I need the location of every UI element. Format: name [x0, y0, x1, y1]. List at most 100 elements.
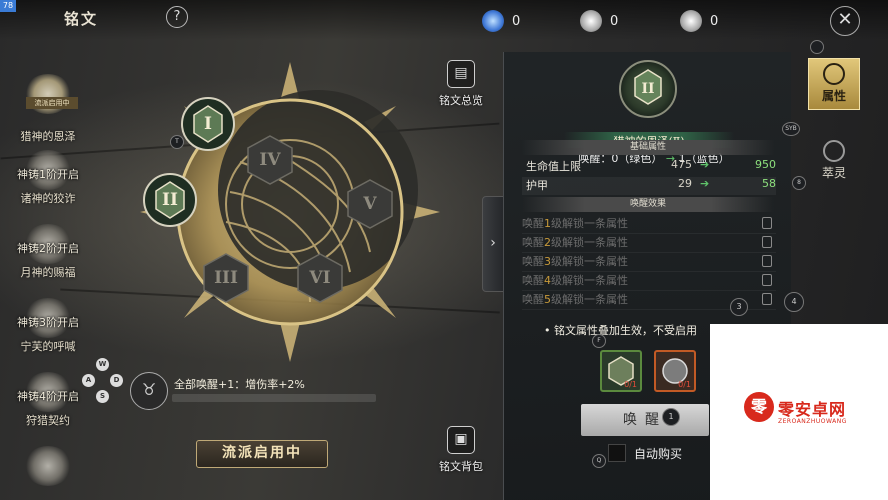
- tab-extract[interactable]: 萃灵: [808, 136, 860, 181]
- base-attributes-header: 基础属性: [522, 140, 774, 155]
- key-a: A: [82, 374, 95, 387]
- tab-label: 萃灵: [821, 166, 846, 180]
- rune-slot-2[interactable]: II: [142, 172, 198, 228]
- unlock-requirement: 神铸1阶开启: [17, 168, 79, 181]
- sidebar-item-label: 猎神的恩泽: [20, 130, 76, 143]
- unlock-requirement: 神铸2阶开启: [17, 242, 79, 255]
- emblem-label: II: [641, 81, 655, 97]
- rune-slot-1[interactable]: I: [180, 96, 236, 152]
- stat-next: 58: [762, 177, 776, 190]
- material-count: 0/1: [624, 380, 637, 389]
- silver-gem-icon: [580, 10, 602, 32]
- sidebar-item-label: 诸神的狡诈: [20, 192, 76, 205]
- effect-prefix: 唤醒: [522, 255, 544, 268]
- locked-effect-row: 唤醒2级解锁一条属性: [522, 234, 776, 253]
- key-w: W: [96, 358, 109, 371]
- tab-attributes[interactable]: 属性: [808, 58, 860, 110]
- lock-icon: [762, 255, 772, 267]
- hint-badge: 4: [784, 292, 804, 312]
- auto-buy-checkbox[interactable]: [608, 444, 626, 462]
- page-title: 铭文: [64, 10, 99, 28]
- sidebar-item-moon-blessing[interactable]: 神铸2阶开启 月神的赐福: [8, 224, 88, 280]
- currency-silver-gem-1[interactable]: 0: [580, 10, 618, 32]
- rune-slot-6[interactable]: VI: [292, 250, 348, 306]
- effect-prefix: 唤醒: [522, 217, 544, 230]
- effect-text: 级解锁一条属性: [551, 217, 628, 230]
- nav-label: 铭文总览: [439, 94, 483, 107]
- sidebar-item-nymph-call[interactable]: 神铸3阶开启 宁芙的呼喊: [8, 298, 88, 354]
- stat-row-hp: 生命值上限 475 ➔ 950: [522, 158, 776, 176]
- lock-icon: [762, 217, 772, 229]
- inscription-bag-button[interactable]: ▣ 铭文背包: [426, 426, 496, 474]
- effect-text: 级解锁一条属性: [551, 236, 628, 249]
- hint-badge: SYB: [782, 122, 800, 136]
- auto-buy-toggle[interactable]: 自动购买: [608, 444, 682, 462]
- silver-gem-icon: [680, 10, 702, 32]
- currency-value: 0: [610, 13, 619, 29]
- lock-icon: [762, 236, 772, 248]
- stat-name: 生命值上限: [526, 160, 581, 173]
- inscription-overview-button[interactable]: ▤ 铭文总览: [426, 60, 496, 108]
- sidebar-item-hunter-grace[interactable]: 猎神的恩泽: [8, 74, 88, 144]
- bull-horn-icon[interactable]: ♉: [130, 372, 168, 410]
- currency-blue-crystal[interactable]: 0: [482, 10, 520, 32]
- hint-badge: 8: [792, 176, 806, 190]
- awaken-button[interactable]: 唤醒: [581, 404, 709, 436]
- watermark-logo-icon: 零: [744, 392, 774, 422]
- effect-text: 级解锁一条属性: [551, 293, 628, 306]
- sidebar-item-more[interactable]: [8, 446, 88, 486]
- currency-silver-gem-2[interactable]: 0: [680, 10, 718, 32]
- lock-icon: [762, 274, 772, 286]
- lock-icon: [762, 293, 772, 305]
- locked-effect-row: 唤醒1级解锁一条属性: [522, 215, 776, 234]
- effect-prefix: 唤醒: [522, 236, 544, 249]
- tab-label: 属性: [821, 89, 846, 103]
- stat-current: 475: [671, 158, 692, 171]
- material-slot-relic[interactable]: 0/1: [654, 350, 696, 392]
- sidebar-item-gods-cunning[interactable]: 神铸1阶开启 诸神的狡诈: [8, 150, 88, 206]
- rune-label: II: [162, 190, 178, 210]
- fps-badge: 78: [0, 0, 16, 12]
- stat-current: 29: [678, 177, 692, 190]
- effect-text: 级解锁一条属性: [551, 274, 628, 287]
- sidebar-item-label: 狩猎契约: [26, 414, 70, 427]
- collapse-panel-chevron-icon[interactable]: ›: [482, 196, 504, 292]
- locked-effect-row: 唤醒4级解锁一条属性: [522, 272, 776, 291]
- key-s: S: [96, 390, 109, 403]
- close-icon[interactable]: ✕: [830, 6, 860, 36]
- hint-badge: 3: [730, 298, 748, 316]
- rune-label: IV: [259, 150, 281, 170]
- effect-level: 3: [544, 255, 551, 268]
- effect-prefix: 唤醒: [522, 274, 544, 287]
- arrow-right-icon: ➔: [700, 177, 710, 190]
- material-slot-rune[interactable]: 0/1: [600, 350, 642, 392]
- nav-label: 铭文背包: [439, 460, 483, 473]
- auto-buy-label: 自动购买: [634, 446, 683, 461]
- material-count: 0/1: [678, 380, 691, 389]
- rune-slot-4[interactable]: IV: [242, 132, 298, 188]
- effect-level: 5: [544, 293, 551, 306]
- leaf-icon: [823, 140, 845, 162]
- controller-dpad: W A D S: [80, 358, 126, 404]
- rune-label: III: [214, 268, 238, 288]
- stat-row-armor: 护甲 29 ➔ 58: [522, 177, 776, 195]
- awaken-bonus-text: 全部唤醒+1：增伤率+2%: [174, 378, 305, 391]
- school-emblem-icon: [24, 446, 72, 486]
- school-active-button[interactable]: 流派启用中: [196, 440, 328, 468]
- hint-badge: F: [592, 334, 606, 348]
- bonus-progress-bar: [172, 394, 376, 402]
- effect-level: 4: [544, 274, 551, 287]
- rune-slot-3[interactable]: III: [198, 250, 254, 306]
- hint-badge: 1: [662, 408, 680, 426]
- help-icon[interactable]: ?: [166, 6, 188, 28]
- inscription-screen: 78 铭文 ? 0 0 0 ✕ 猎神的恩泽 流派启用中 神铸1阶开启 诸神的狡诈…: [0, 0, 888, 500]
- site-watermark: 零 零安卓网 ZEROANZHUOWANG: [710, 324, 888, 500]
- blue-crystal-icon: [482, 10, 504, 32]
- stacking-note: • 铭文属性叠加生效，不受启用: [544, 324, 697, 337]
- sidebar-item-label: 月神的赐福: [20, 266, 76, 279]
- sidebar-item-hunt-pact[interactable]: 神铸4阶开启 狩猎契约: [8, 372, 88, 428]
- arrow-right-icon: ➔: [700, 158, 710, 171]
- book-icon: ▤: [447, 60, 475, 88]
- top-bar: 78 铭文 ? 0 0 0 ✕: [0, 0, 888, 40]
- rune-slot-5[interactable]: V: [342, 176, 398, 232]
